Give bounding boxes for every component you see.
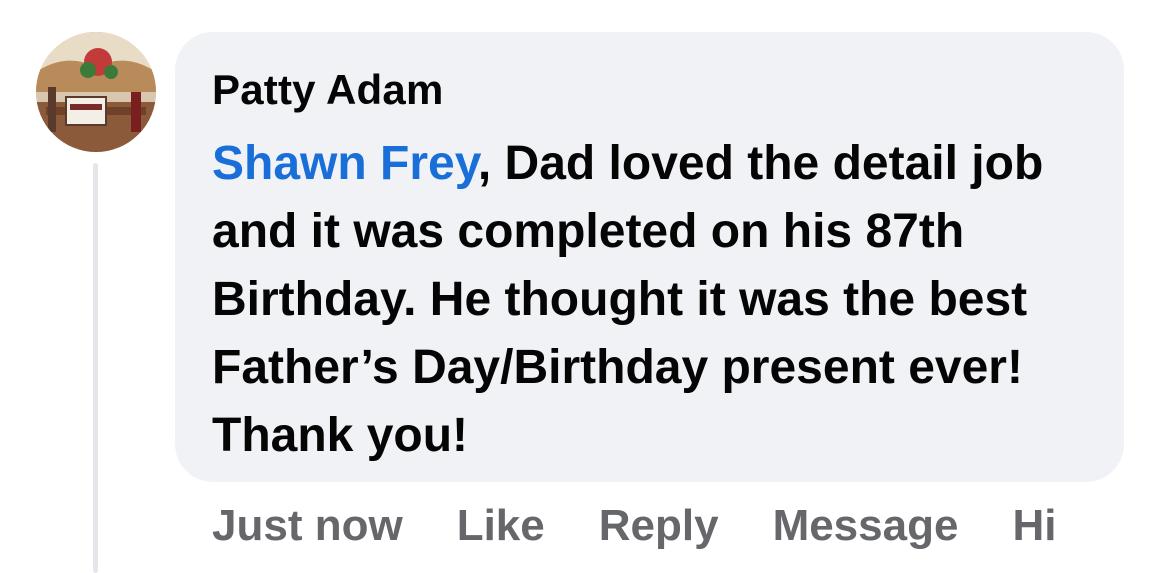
comment-bubble: Patty Adam Shawn Frey, Dad loved the det… [175, 32, 1124, 482]
like-button[interactable]: Like [457, 501, 545, 551]
hide-button[interactable]: Hi [1012, 501, 1056, 551]
avatar[interactable] [36, 32, 156, 152]
message-button[interactable]: Message [773, 501, 959, 551]
comment-author[interactable]: Patty Adam [212, 66, 1094, 114]
comment-text: Shawn Frey, Dad loved the detail job and… [212, 130, 1092, 470]
avatar-photo [36, 32, 156, 152]
thread-line [93, 163, 98, 573]
timestamp[interactable]: Just now [212, 501, 403, 551]
comment-actions: Just now Like Reply Message Hi [212, 496, 1110, 556]
reply-button[interactable]: Reply [599, 501, 719, 551]
mention-link[interactable]: Shawn Frey [212, 137, 478, 190]
